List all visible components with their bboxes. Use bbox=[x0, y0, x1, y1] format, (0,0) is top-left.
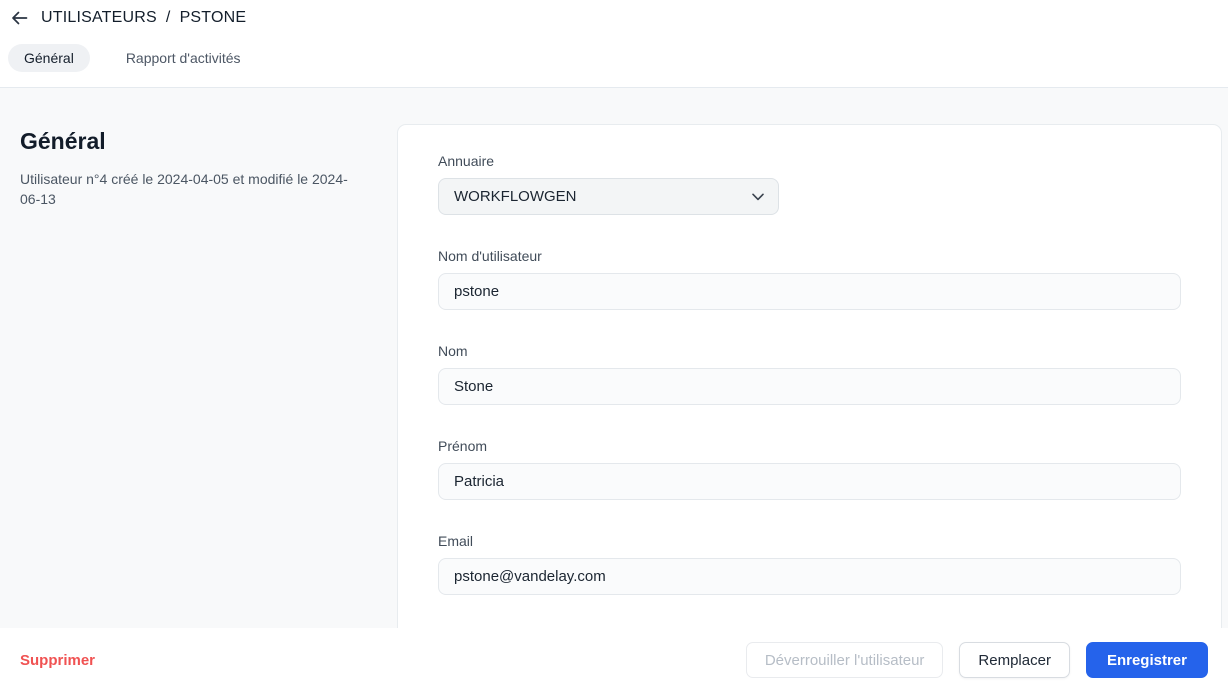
lastname-label: Nom bbox=[438, 343, 468, 359]
back-button[interactable] bbox=[8, 7, 30, 29]
footer-actions: Déverrouiller l'utilisateur Remplacer En… bbox=[745, 642, 1208, 678]
replace-button[interactable]: Remplacer bbox=[959, 642, 1070, 678]
tab-activity-report[interactable]: Rapport d'activités bbox=[110, 44, 257, 72]
directory-select[interactable]: WORKFLOWGEN bbox=[438, 178, 779, 215]
directory-field: Annuaire WORKFLOWGEN bbox=[438, 153, 1181, 215]
footer-action-bar: Supprimer Déverrouiller l'utilisateur Re… bbox=[0, 628, 1228, 692]
topbar: UTILISATEURS / PSTONE Général Rapport d'… bbox=[0, 0, 1228, 88]
firstname-field[interactable] bbox=[438, 463, 1181, 500]
save-button[interactable]: Enregistrer bbox=[1085, 642, 1208, 678]
breadcrumb-current: PSTONE bbox=[179, 9, 247, 26]
firstname-label: Prénom bbox=[438, 438, 488, 454]
tab-general[interactable]: Général bbox=[8, 44, 90, 72]
section-intro: Général Utilisateur n°4 créé le 2024-04-… bbox=[20, 128, 350, 210]
user-form-card: Annuaire WORKFLOWGEN Nom d'utilisateur N… bbox=[397, 124, 1222, 628]
breadcrumb-section[interactable]: UTILISATEURS bbox=[41, 9, 157, 27]
username-label: Nom d'utilisateur bbox=[438, 248, 542, 264]
email-field-group: Email bbox=[438, 533, 1181, 595]
lastname-field[interactable] bbox=[438, 368, 1181, 405]
unlock-user-button[interactable]: Déverrouiller l'utilisateur bbox=[745, 642, 944, 678]
email-field[interactable] bbox=[438, 558, 1181, 595]
tabs: Général Rapport d'activités bbox=[8, 44, 1228, 72]
username-field-group: Nom d'utilisateur bbox=[438, 248, 1181, 310]
user-detail-page: UTILISATEURS / PSTONE Général Rapport d'… bbox=[0, 0, 1228, 692]
main-content: Général Utilisateur n°4 créé le 2024-04-… bbox=[0, 88, 1228, 628]
page-title: Général bbox=[20, 128, 106, 154]
delete-button[interactable]: Supprimer bbox=[20, 652, 95, 669]
breadcrumb-row: UTILISATEURS / PSTONE bbox=[8, 5, 1228, 31]
firstname-field-group: Prénom bbox=[438, 438, 1181, 500]
lastname-field-group: Nom bbox=[438, 343, 1181, 405]
breadcrumb: UTILISATEURS / PSTONE bbox=[41, 9, 246, 27]
section-description: Utilisateur n°4 créé le 2024-04-05 et mo… bbox=[20, 171, 348, 208]
directory-label: Annuaire bbox=[438, 153, 495, 169]
directory-select-value: WORKFLOWGEN bbox=[454, 188, 577, 205]
breadcrumb-separator: / bbox=[165, 9, 171, 26]
username-field[interactable] bbox=[438, 273, 1181, 310]
arrow-left-icon bbox=[11, 10, 28, 26]
email-label: Email bbox=[438, 533, 474, 549]
chevron-down-icon bbox=[752, 193, 764, 201]
